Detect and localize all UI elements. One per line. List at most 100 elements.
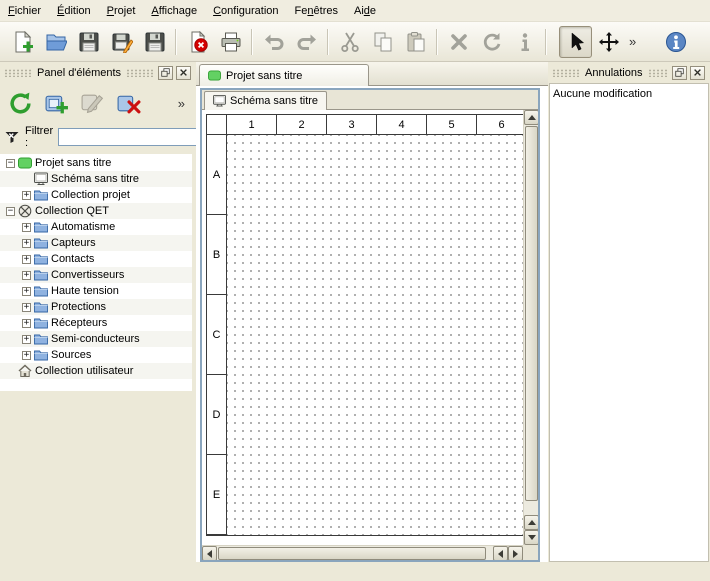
elements-toolbar-overflow[interactable]: » bbox=[178, 96, 190, 111]
float-icon bbox=[161, 68, 170, 77]
reload-icon bbox=[8, 91, 33, 116]
expander-icon[interactable]: + bbox=[22, 319, 31, 328]
copy-button[interactable] bbox=[366, 26, 399, 58]
pan-mode-button[interactable] bbox=[592, 26, 625, 58]
scroll-down-button[interactable] bbox=[524, 530, 538, 545]
diagram-grid[interactable] bbox=[227, 135, 527, 535]
expander-icon[interactable]: + bbox=[22, 335, 31, 344]
toolbar-separator bbox=[545, 29, 547, 55]
tree-item-capteurs[interactable]: +Capteurs bbox=[0, 235, 192, 251]
new-element-button[interactable] bbox=[40, 87, 72, 119]
delete-button[interactable] bbox=[442, 26, 475, 58]
scroll-right-button[interactable] bbox=[508, 546, 523, 560]
tab-project[interactable]: Projet sans titre bbox=[199, 64, 369, 86]
expander-icon[interactable]: + bbox=[22, 255, 31, 264]
close-file-button[interactable] bbox=[181, 26, 214, 58]
tree-item-label: Protections bbox=[51, 301, 106, 313]
expander-icon[interactable]: + bbox=[22, 303, 31, 312]
open-project-button[interactable] bbox=[39, 26, 72, 58]
float-icon bbox=[675, 68, 684, 77]
diagram-viewport[interactable]: 123456ABCDE bbox=[202, 110, 538, 560]
save-as-button[interactable] bbox=[105, 26, 138, 58]
selection-mode-button[interactable] bbox=[559, 26, 592, 58]
expander-icon[interactable]: + bbox=[22, 351, 31, 360]
folder-icon bbox=[34, 300, 48, 314]
tree-item-projet-sans-titre[interactable]: −Projet sans titre bbox=[0, 155, 192, 171]
scroll-left-button-right[interactable] bbox=[493, 546, 508, 560]
new-project-button[interactable] bbox=[6, 26, 39, 58]
tree-item-schema-sans-titre[interactable]: Schéma sans titre bbox=[0, 171, 192, 187]
save-button[interactable] bbox=[72, 26, 105, 58]
tree-item-convertisseurs[interactable]: +Convertisseurs bbox=[0, 267, 192, 283]
toolbar-separator bbox=[175, 29, 177, 55]
menu-fenetres[interactable]: Fenêtres bbox=[287, 0, 346, 21]
toolbar-separator bbox=[436, 29, 438, 55]
tree-item-collection-qet[interactable]: −Collection QET bbox=[0, 203, 192, 219]
expander-icon[interactable]: + bbox=[22, 271, 31, 280]
clear-filter-icon[interactable] bbox=[4, 129, 20, 145]
close-panel-button[interactable] bbox=[690, 66, 705, 80]
tree-item-sources[interactable]: +Sources bbox=[0, 347, 192, 363]
undo-list-item[interactable]: Aucune modification bbox=[553, 86, 705, 102]
reload-collections-button[interactable] bbox=[4, 87, 36, 119]
vertical-scroll-thumb[interactable] bbox=[525, 126, 538, 501]
toolbar-separator bbox=[327, 29, 329, 55]
elements-panel-titlebar[interactable]: Panel d'éléments bbox=[2, 64, 193, 81]
tree-item-protections[interactable]: + Protections bbox=[0, 299, 192, 315]
horizontal-scrollbar[interactable] bbox=[202, 545, 523, 560]
scroll-up-button-bottom[interactable] bbox=[524, 515, 538, 530]
menu-fichier[interactable]: Fichier bbox=[0, 0, 49, 21]
menu-configuration[interactable]: Configuration bbox=[205, 0, 286, 21]
tree-item-collection-utilisateur[interactable]: Collection utilisateur bbox=[0, 363, 192, 379]
scroll-left-button[interactable] bbox=[202, 546, 217, 560]
expander-icon[interactable]: + bbox=[22, 287, 31, 296]
undo-panel-titlebar[interactable]: Annulations bbox=[550, 64, 707, 81]
element-info-button[interactable] bbox=[508, 26, 541, 58]
close-panel-button[interactable] bbox=[176, 66, 191, 80]
menu-projet[interactable]: Projet bbox=[99, 0, 144, 21]
tree-item-collection-projet[interactable]: +Collection projet bbox=[0, 187, 192, 203]
toolbar-separator bbox=[251, 29, 253, 55]
edit-element-button[interactable] bbox=[76, 87, 108, 119]
expander-icon[interactable]: − bbox=[6, 159, 15, 168]
folder-icon bbox=[34, 332, 48, 346]
folder-icon bbox=[34, 220, 48, 234]
menu-aide[interactable]: Aide bbox=[346, 0, 384, 21]
print-button[interactable] bbox=[214, 26, 247, 58]
expander-icon[interactable]: + bbox=[22, 239, 31, 248]
tree-item-contacts[interactable]: +Contacts bbox=[0, 251, 192, 267]
float-panel-button[interactable] bbox=[672, 66, 687, 80]
filter-input[interactable] bbox=[58, 128, 206, 146]
menu-affichage[interactable]: Affichage bbox=[143, 0, 205, 21]
redo-button[interactable] bbox=[290, 26, 323, 58]
column-header-1: 1 bbox=[227, 115, 277, 135]
scroll-up-button[interactable] bbox=[524, 110, 538, 125]
about-qet-button[interactable] bbox=[659, 26, 692, 58]
rotate-button[interactable] bbox=[475, 26, 508, 58]
paste-icon bbox=[405, 31, 427, 53]
delete-element-button[interactable] bbox=[112, 87, 144, 119]
folder-icon bbox=[34, 316, 48, 330]
toolbar-overflow[interactable]: » bbox=[625, 34, 640, 49]
paste-button[interactable] bbox=[399, 26, 432, 58]
tree-item-haute-tension[interactable]: +Haute tension bbox=[0, 283, 192, 299]
row-header-c: C bbox=[207, 295, 227, 375]
tree-item-label: Schéma sans titre bbox=[51, 173, 139, 185]
undo-button[interactable] bbox=[257, 26, 290, 58]
copy-icon bbox=[372, 31, 394, 53]
expander-icon[interactable]: + bbox=[22, 191, 31, 200]
tab-schema[interactable]: Schéma sans titre bbox=[204, 91, 327, 110]
tree-item-automatisme[interactable]: +Automatisme bbox=[0, 219, 192, 235]
horizontal-scroll-thumb[interactable] bbox=[218, 547, 486, 560]
menu-edition[interactable]: Édition bbox=[49, 0, 99, 21]
cut-button[interactable] bbox=[333, 26, 366, 58]
delete-element-icon bbox=[116, 91, 141, 116]
tree-item-semi-conducteurs[interactable]: +Semi-conducteurs bbox=[0, 331, 192, 347]
new-document-icon bbox=[12, 31, 34, 53]
vertical-scrollbar[interactable] bbox=[523, 110, 538, 545]
save-all-button[interactable] bbox=[138, 26, 171, 58]
float-panel-button[interactable] bbox=[158, 66, 173, 80]
expander-icon[interactable]: − bbox=[6, 207, 15, 216]
expander-icon[interactable]: + bbox=[22, 223, 31, 232]
tree-item-recepteurs[interactable]: +Récepteurs bbox=[0, 315, 192, 331]
